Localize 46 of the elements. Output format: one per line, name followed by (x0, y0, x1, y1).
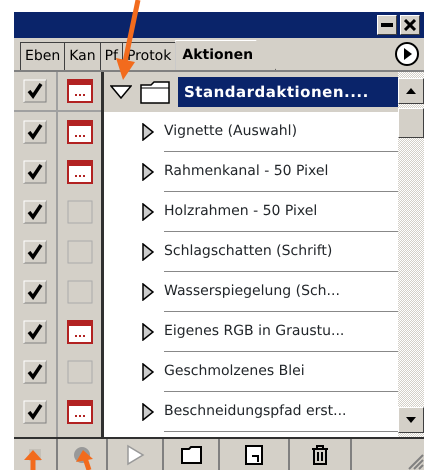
scroll-thumb[interactable] (398, 108, 424, 138)
minimize-icon (381, 23, 393, 27)
expand-triangle-icon[interactable] (142, 243, 154, 261)
expand-triangle-icon[interactable] (142, 123, 154, 141)
dialog-icon[interactable] (66, 320, 92, 344)
annotation-arrow (22, 450, 44, 470)
expand-triangle-icon[interactable] (142, 323, 154, 341)
scrollbar[interactable] (398, 72, 424, 437)
empty-toggle[interactable] (66, 240, 92, 264)
checkbox-checked-icon[interactable] (23, 360, 47, 384)
dialog-icon[interactable] (66, 400, 92, 424)
expand-triangle-icon[interactable] (142, 403, 154, 421)
trash-icon (309, 444, 331, 466)
dialog-icon[interactable] (66, 120, 92, 144)
folder-icon (140, 80, 170, 104)
new-page-icon (243, 444, 265, 466)
empty-toggle[interactable] (66, 360, 92, 384)
close-icon (404, 19, 416, 31)
up-arrow-icon (406, 88, 416, 94)
expand-triangle-icon[interactable] (142, 203, 154, 221)
checkbox-checked-icon[interactable] (23, 160, 47, 184)
expand-triangle-icon[interactable] (142, 163, 154, 181)
checkbox-checked-icon[interactable] (23, 120, 47, 144)
panel-tab[interactable]: Eben (20, 42, 66, 70)
scroll-down-button[interactable] (398, 407, 424, 433)
dialog-icon[interactable] (66, 160, 92, 184)
panel-tab[interactable]: Aktionen (175, 40, 276, 70)
down-arrow-icon (406, 417, 416, 423)
checkbox-checked-icon[interactable] (23, 320, 47, 344)
collapse-triangle-icon[interactable] (110, 85, 132, 99)
expand-triangle-icon[interactable] (142, 363, 154, 381)
minimize-button[interactable] (377, 15, 397, 35)
close-button[interactable] (400, 15, 420, 35)
checkbox-checked-icon[interactable] (23, 400, 47, 424)
empty-toggle[interactable] (66, 200, 92, 224)
checkbox-checked-icon[interactable] (23, 79, 47, 103)
dialog-icon[interactable] (66, 79, 92, 103)
checkbox-checked-icon[interactable] (23, 240, 47, 264)
empty-toggle[interactable] (66, 280, 92, 304)
scroll-up-button[interactable] (398, 78, 424, 104)
action-set-name[interactable]: Standardaktionen.... (178, 76, 398, 108)
expand-triangle-icon[interactable] (142, 283, 154, 301)
folder-icon (180, 444, 202, 466)
checkbox-checked-icon[interactable] (23, 200, 47, 224)
palette-menu-button[interactable] (394, 41, 420, 67)
checkbox-checked-icon[interactable] (23, 280, 47, 304)
